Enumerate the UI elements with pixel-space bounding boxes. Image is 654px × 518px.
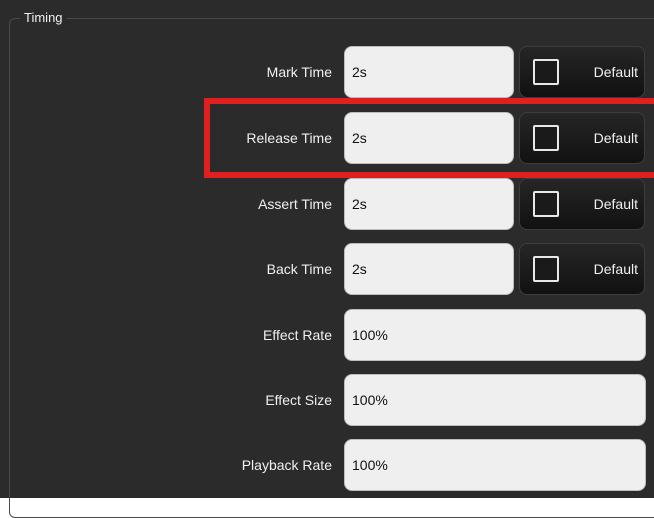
effect-rate-input[interactable]: 100% — [344, 309, 646, 361]
mark-time-input[interactable]: 2s — [344, 46, 514, 98]
back-time-label: Back Time — [266, 261, 332, 277]
release-time-highlight-box — [204, 98, 654, 178]
group-title: Timing — [20, 10, 67, 26]
mark-time-label: Mark Time — [266, 64, 332, 80]
effect-rate-row: Effect Rate 100% — [0, 309, 654, 361]
assert-time-input[interactable]: 2s — [344, 178, 514, 230]
mark-time-default-toggle[interactable]: Default — [519, 46, 645, 98]
back-time-default-label: Default — [593, 261, 638, 277]
effect-size-row: Effect Size 100% — [0, 374, 654, 426]
assert-time-label: Assert Time — [258, 196, 332, 212]
back-time-row: Back Time 2s Default — [0, 243, 654, 295]
playback-rate-label: Playback Rate — [241, 457, 332, 473]
assert-time-row: Assert Time 2s Default — [0, 178, 654, 230]
timing-panel: Timing Mark Time 2s Default Release Time… — [0, 0, 654, 518]
playback-rate-row: Playback Rate 100% — [0, 439, 654, 491]
assert-time-default-toggle[interactable]: Default — [519, 178, 645, 230]
effect-rate-label: Effect Rate — [262, 327, 332, 343]
mark-time-default-label: Default — [593, 64, 638, 80]
playback-rate-input[interactable]: 100% — [344, 439, 646, 491]
mark-time-row: Mark Time 2s Default — [0, 46, 654, 98]
back-time-default-checkbox[interactable] — [533, 256, 559, 282]
assert-time-default-checkbox[interactable] — [533, 191, 559, 217]
effect-size-input[interactable]: 100% — [344, 374, 646, 426]
back-time-input[interactable]: 2s — [344, 243, 514, 295]
effect-size-label: Effect Size — [265, 392, 332, 408]
assert-time-default-label: Default — [593, 196, 638, 212]
mark-time-default-checkbox[interactable] — [533, 59, 559, 85]
back-time-default-toggle[interactable]: Default — [519, 243, 645, 295]
